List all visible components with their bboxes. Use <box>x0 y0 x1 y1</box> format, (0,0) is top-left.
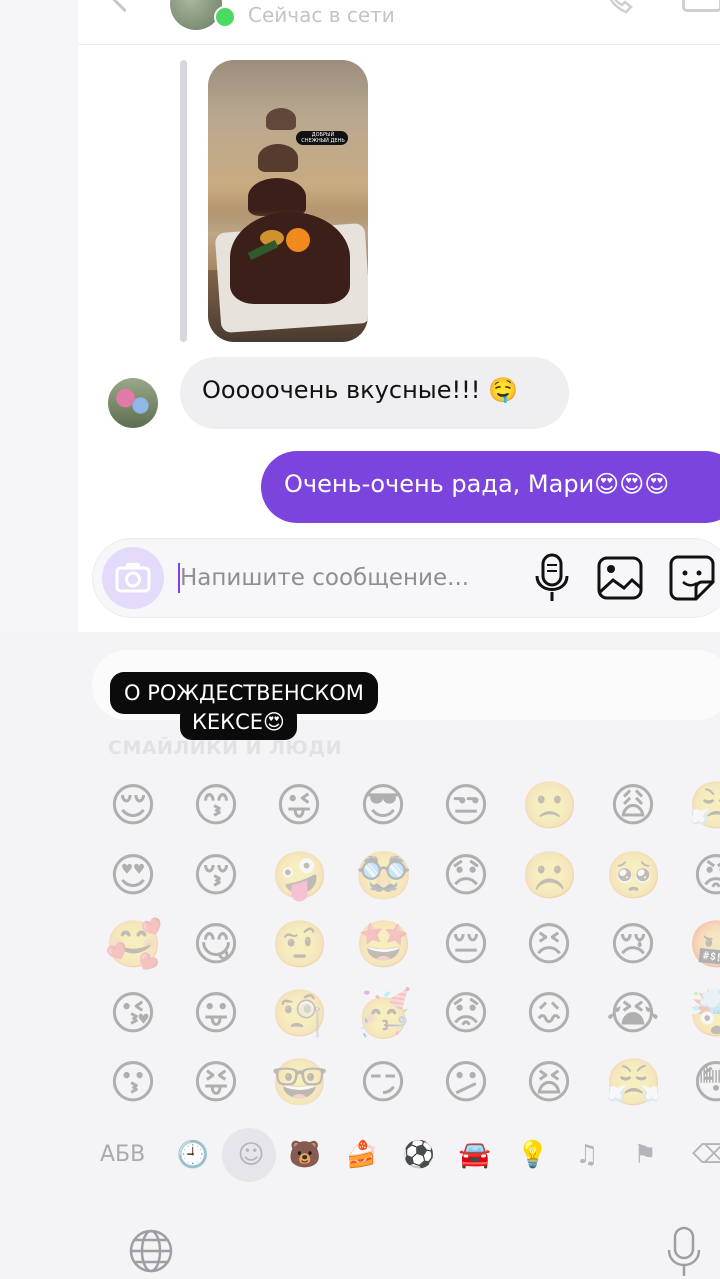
emoji-key[interactable]: 🙁 <box>521 777 578 833</box>
emoji-key[interactable]: 🤓 <box>271 1054 328 1110</box>
emoji-key[interactable]: 😙 <box>188 777 244 833</box>
story-sticker-text: ДОБРЫЙ СНЕЖНЫЙ ДЕНЬ <box>301 132 345 144</box>
emoji-key[interactable]: 😳 <box>688 1054 720 1110</box>
camera-button[interactable] <box>102 547 164 609</box>
emoji-key[interactable]: 🥰 <box>105 916 162 972</box>
emoji-key[interactable]: 😕 <box>438 1054 494 1110</box>
emoji-key[interactable]: 🥺 <box>605 847 662 903</box>
emoji-key[interactable]: 😗 <box>105 1054 161 1110</box>
emoji-key[interactable]: 😚 <box>188 847 244 903</box>
emoji-key[interactable]: 😢 <box>605 916 661 972</box>
emoji-key[interactable]: 🤬 <box>688 916 720 972</box>
smileys-icon[interactable]: ☺ <box>234 1136 268 1174</box>
backspace-icon[interactable]: ⌫ <box>692 1136 720 1174</box>
animals-icon[interactable]: 🐻 <box>288 1136 322 1174</box>
emoji-key[interactable]: 😤 <box>688 777 720 833</box>
emoji-key[interactable]: 😎 <box>355 777 411 833</box>
incoming-message-text: Ооооочень вкусные!!! 🤤 <box>202 376 518 404</box>
gallery-icon[interactable] <box>596 554 644 602</box>
emoji-key[interactable]: 😟 <box>438 985 494 1041</box>
recent-icon[interactable]: 🕘 <box>176 1136 210 1174</box>
emoji-key[interactable]: 🤪 <box>271 847 328 903</box>
camera-icon <box>115 563 151 593</box>
emoji-key[interactable]: 😫 <box>521 1054 577 1110</box>
emoji-key[interactable]: 😏 <box>355 1054 411 1110</box>
sender-avatar[interactable] <box>108 378 158 428</box>
emoji-key[interactable]: 😖 <box>521 985 577 1041</box>
emoji-key[interactable]: 😣 <box>521 916 577 972</box>
emoji-key[interactable]: 😩 <box>605 777 661 833</box>
objects-icon[interactable]: 💡 <box>516 1136 550 1174</box>
activity-icon[interactable]: ⚽ <box>402 1136 436 1174</box>
story-photo[interactable]: ДОБРЫЙ СНЕЖНЫЙ ДЕНЬ <box>208 60 368 342</box>
story-caption-line-2: КЕКСЕ😍 <box>180 704 297 740</box>
abc-keyboard-button[interactable]: АБВ <box>100 1136 145 1174</box>
emoji-key[interactable]: 😋 <box>188 916 244 972</box>
message-input[interactable] <box>180 560 520 596</box>
outgoing-message-text: Очень-очень рада, Мари😍😍😍 <box>284 470 670 498</box>
emoji-key[interactable]: 😌 <box>105 777 161 833</box>
online-indicator <box>214 6 236 28</box>
emoji-key[interactable]: 🥸 <box>355 847 412 903</box>
video-call-icon[interactable] <box>682 0 720 12</box>
emoji-key[interactable]: 😒 <box>438 777 494 833</box>
emoji-key[interactable]: ☹️ <box>521 847 578 903</box>
emoji-key[interactable]: 😡 <box>688 847 720 903</box>
emoji-key[interactable]: 😔 <box>438 916 494 972</box>
food-icon[interactable]: 🍰 <box>345 1136 379 1174</box>
reply-indicator-line <box>180 60 187 342</box>
emoji-key[interactable]: 😭 <box>605 985 661 1041</box>
sticker-icon[interactable] <box>668 554 716 602</box>
emoji-key[interactable]: 😜 <box>271 777 327 833</box>
emoji-key[interactable]: 🤨 <box>271 916 328 972</box>
emoji-key[interactable]: 😛 <box>188 985 244 1041</box>
contact-status: Сейчас в сети <box>248 3 395 27</box>
flags-icon[interactable]: ⚑ <box>628 1136 662 1174</box>
tangerine-shape <box>286 228 310 252</box>
emoji-key[interactable]: 😍 <box>105 847 161 903</box>
microphone-icon[interactable] <box>530 552 574 604</box>
left-margin <box>0 0 78 632</box>
emoji-key[interactable]: 😞 <box>438 847 494 903</box>
cake-shape <box>258 144 298 172</box>
emoji-key[interactable]: 🧐 <box>271 985 328 1041</box>
emoji-key[interactable]: 🥳 <box>355 985 412 1041</box>
globe-icon[interactable] <box>128 1228 174 1274</box>
dictation-icon[interactable] <box>666 1226 702 1278</box>
emoji-section-title: СМАЙЛИКИ И ЛЮДИ <box>108 737 343 759</box>
travel-icon[interactable]: 🚘 <box>458 1136 492 1174</box>
phone-icon[interactable] <box>604 0 634 16</box>
cake-shape <box>230 212 350 304</box>
emoji-key[interactable]: 🤩 <box>355 916 412 972</box>
symbols-icon[interactable]: ♫ <box>570 1136 604 1174</box>
emoji-key[interactable]: 😤 <box>605 1054 662 1110</box>
cake-shape <box>266 108 296 130</box>
emoji-key[interactable]: 🤯 <box>688 985 720 1041</box>
emoji-key[interactable]: 😘 <box>105 985 161 1041</box>
emoji-key[interactable]: 😝 <box>188 1054 244 1110</box>
